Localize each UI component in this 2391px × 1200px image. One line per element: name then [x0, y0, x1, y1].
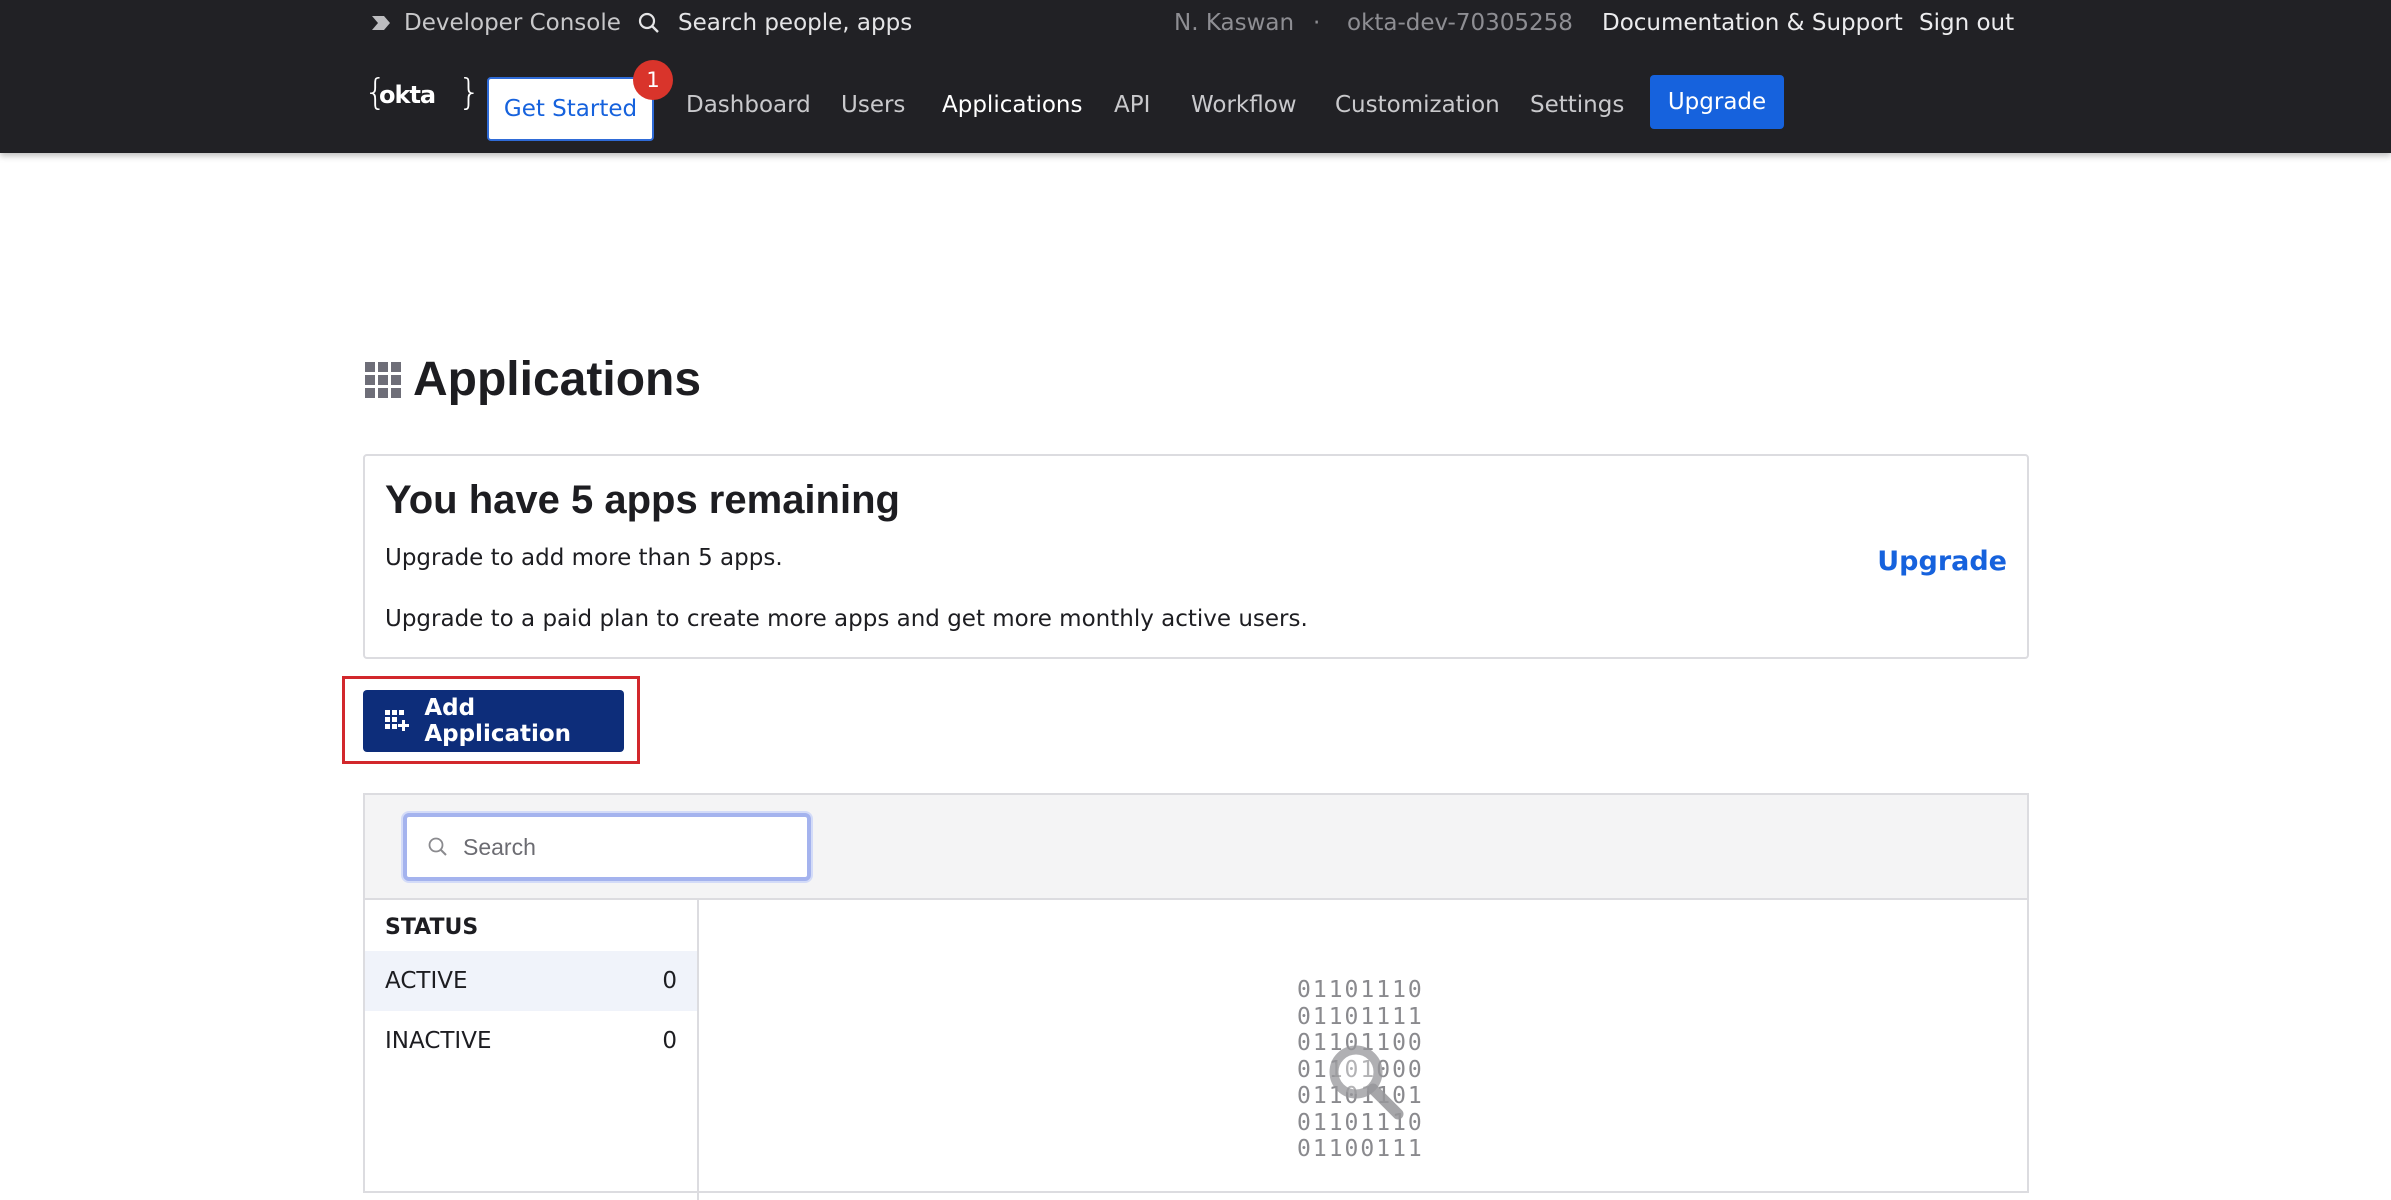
apps-remaining-card: You have 5 apps remaining Upgrade to add…	[363, 454, 2029, 659]
apps-upgrade-text: Upgrade to a paid plan to create more ap…	[385, 606, 1308, 632]
add-application-label: Add Application	[424, 695, 572, 747]
status-filter: STATUS ACTIVE 0 INACTIVE 0	[365, 900, 699, 1200]
get-started-label: Get Started	[503, 96, 638, 122]
status-count: 0	[662, 1028, 677, 1054]
nav-api[interactable]: API	[1114, 92, 1150, 118]
top-navigation-bar: Developer Console Search people, apps N.…	[0, 0, 2391, 153]
table-toolbar	[365, 795, 2027, 900]
binary-line: 01101110	[1297, 977, 1424, 1003]
binary-line: 01100111	[1297, 1136, 1424, 1162]
applications-table-panel: STATUS ACTIVE 0 INACTIVE 0	[363, 793, 2029, 1200]
apps-remaining-title: You have 5 apps remaining	[385, 478, 900, 522]
console-icon	[372, 16, 390, 30]
logo-word: okta	[379, 81, 436, 109]
status-count: 0	[662, 968, 677, 994]
app-search-input[interactable]	[463, 833, 793, 861]
app-search-field[interactable]	[403, 813, 811, 881]
page-title: Applications	[365, 352, 701, 407]
applications-grid-icon	[365, 361, 401, 398]
nav-workflow[interactable]: Workflow	[1191, 92, 1297, 118]
nav-dashboard[interactable]: Dashboard	[686, 92, 811, 118]
notification-badge: 1	[633, 60, 673, 100]
apps-remaining-text: Upgrade to add more than 5 apps.	[385, 545, 783, 571]
search-icon	[638, 12, 659, 33]
get-started-button[interactable]: Get Started	[487, 77, 654, 141]
page-heading: Applications	[413, 353, 702, 406]
add-app-grid-icon	[385, 710, 409, 732]
developer-console-switcher[interactable]: Developer Console	[370, 10, 621, 36]
add-application-button[interactable]: Add Application	[363, 690, 624, 752]
developer-console-label: Developer Console	[404, 10, 621, 36]
nav-settings[interactable]: Settings	[1530, 92, 1624, 118]
binary-line: 01101111	[1297, 1003, 1424, 1030]
utility-bar: Developer Console Search people, apps N.…	[0, 0, 2391, 50]
user-name: N. Kaswan	[1174, 10, 1295, 36]
status-label: INACTIVE	[385, 1028, 492, 1054]
nav-applications[interactable]: Applications	[942, 92, 1083, 118]
status-label: ACTIVE	[385, 968, 468, 994]
logo-brace-right: }	[458, 72, 481, 113]
org-name: okta-dev-70305258	[1347, 10, 1573, 36]
global-search[interactable]: Search people, apps	[638, 10, 912, 36]
sign-out-link[interactable]: Sign out	[1919, 10, 2014, 36]
magnifier-icon	[1329, 1045, 1404, 1120]
status-filter-active[interactable]: ACTIVE 0	[365, 951, 697, 1011]
nav-customization[interactable]: Customization	[1335, 92, 1500, 118]
documentation-support-link[interactable]: Documentation & Support	[1602, 10, 1903, 36]
nav-users[interactable]: Users	[841, 92, 905, 118]
separator-dot: ·	[1313, 10, 1321, 36]
search-icon	[428, 837, 447, 856]
global-search-placeholder: Search people, apps	[678, 10, 913, 36]
status-header: STATUS	[385, 915, 479, 940]
upgrade-button[interactable]: Upgrade	[1650, 75, 1784, 129]
status-filter-inactive[interactable]: INACTIVE 0	[365, 1011, 697, 1071]
upgrade-link[interactable]: Upgrade	[1877, 546, 2007, 577]
